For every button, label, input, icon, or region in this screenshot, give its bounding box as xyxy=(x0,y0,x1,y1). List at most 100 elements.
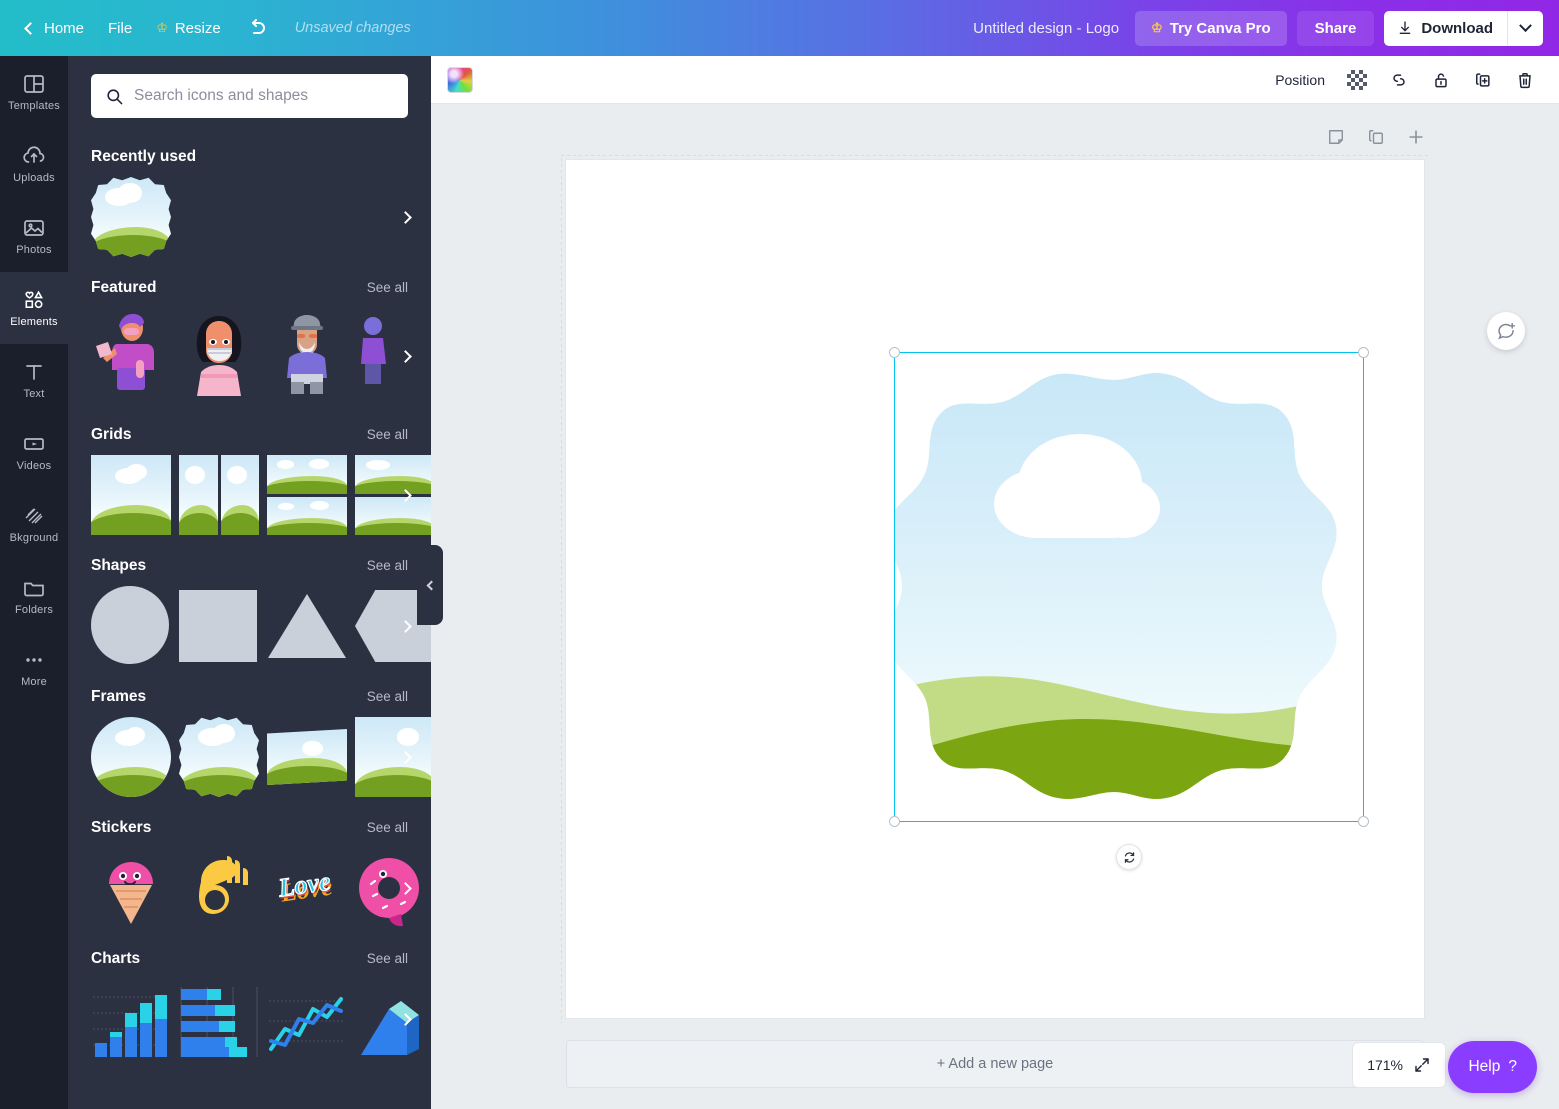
sidebar-item-bkground[interactable]: Bkground xyxy=(0,488,68,560)
grid-item-two-column[interactable] xyxy=(179,455,259,535)
elements-panel: Search icons and shapes Recently used Fe… xyxy=(68,56,431,1109)
sidebar-item-videos[interactable]: Videos xyxy=(0,416,68,488)
grids-next-button[interactable] xyxy=(395,485,415,505)
position-button[interactable]: Position xyxy=(1267,63,1333,97)
chart-line-thumbnail[interactable] xyxy=(267,979,347,1059)
featured-item[interactable] xyxy=(91,308,171,396)
sticker-donut[interactable] xyxy=(355,848,431,928)
chart-hbar-thumbnail[interactable] xyxy=(179,979,259,1059)
woman-cleaning-illustration xyxy=(96,313,154,390)
see-all-featured[interactable]: See all xyxy=(367,280,408,295)
share-button[interactable]: Share xyxy=(1296,10,1375,46)
sticker-ice-cream[interactable] xyxy=(91,848,171,928)
grid-item-two-row[interactable] xyxy=(267,455,347,535)
zoom-level[interactable]: 171% xyxy=(1367,1057,1403,1073)
design-page[interactable] xyxy=(561,155,1429,1023)
notes-button[interactable] xyxy=(1323,124,1349,150)
older-man-illustration xyxy=(287,315,327,394)
section-header-frames: Frames See all xyxy=(68,688,431,706)
zoom-bar: 171% xyxy=(1352,1042,1446,1088)
love-lettering-sticker-icon: Love Love Love xyxy=(275,866,334,908)
chevron-right-icon xyxy=(398,1012,412,1026)
person-partial-illustration xyxy=(361,317,386,384)
download-options-button[interactable] xyxy=(1507,10,1543,46)
frame-partial[interactable] xyxy=(355,717,431,797)
recently-used-next-button[interactable] xyxy=(395,207,415,227)
add-comment-button[interactable] xyxy=(1487,312,1525,350)
try-canva-pro-button[interactable]: ♔ Try Canva Pro xyxy=(1135,10,1287,46)
shape-square[interactable] xyxy=(179,586,259,666)
featured-item[interactable] xyxy=(355,308,431,396)
search-input[interactable]: Search icons and shapes xyxy=(91,74,408,118)
sidebar-item-templates[interactable]: Templates xyxy=(0,56,68,128)
cloud-landscape-blob-frame[interactable] xyxy=(887,352,1364,822)
collapse-panel-button[interactable] xyxy=(417,545,443,625)
sidebar-item-folders[interactable]: Folders xyxy=(0,560,68,632)
chevron-right-icon xyxy=(398,619,412,633)
rotate-handle[interactable] xyxy=(1116,844,1142,870)
undo-button[interactable] xyxy=(233,8,281,48)
frame-tilted-rect[interactable] xyxy=(267,717,347,797)
lock-icon xyxy=(1435,72,1447,87)
frame-circle[interactable] xyxy=(91,717,171,797)
see-all-grids[interactable]: See all xyxy=(367,427,408,442)
see-all-stickers[interactable]: See all xyxy=(367,820,408,835)
duplicate-button[interactable] xyxy=(1465,63,1501,97)
file-menu-button[interactable]: File xyxy=(96,12,144,45)
sidebar-item-more[interactable]: More xyxy=(0,632,68,704)
charts-next-button[interactable] xyxy=(395,1009,415,1029)
sidebar-item-uploads[interactable]: Uploads xyxy=(0,128,68,200)
rainbow-color-swatch[interactable] xyxy=(447,66,473,93)
sidebar-item-elements[interactable]: Elements xyxy=(0,262,68,354)
grid-item-partial[interactable] xyxy=(355,455,431,535)
elements-panel-scroll[interactable]: Search icons and shapes Recently used Fe… xyxy=(68,56,431,1109)
add-page-button[interactable] xyxy=(1403,124,1429,150)
lock-button[interactable] xyxy=(1423,63,1459,97)
recently-used-item[interactable] xyxy=(91,177,171,257)
grid-item-single[interactable] xyxy=(91,455,171,535)
help-button[interactable]: Help ? xyxy=(1448,1041,1537,1093)
plus-icon xyxy=(1409,130,1423,144)
link-button[interactable] xyxy=(1381,63,1417,97)
featured-item[interactable] xyxy=(267,308,347,396)
frames-next-button[interactable] xyxy=(395,747,415,767)
shapes-next-button[interactable] xyxy=(395,616,415,636)
grid-preview xyxy=(179,455,218,535)
sidebar-item-text[interactable]: Text xyxy=(0,344,68,416)
duplicate-page-icon xyxy=(1369,130,1383,144)
featured-next-button[interactable] xyxy=(395,346,415,366)
home-button[interactable]: Home xyxy=(14,12,96,45)
add-a-new-page-button[interactable]: + Add a new page xyxy=(566,1040,1424,1088)
save-status: Unsaved changes xyxy=(294,20,411,36)
see-all-shapes[interactable]: See all xyxy=(367,558,408,573)
scalloped-landscape-thumbnail xyxy=(91,177,171,257)
transparency-button[interactable] xyxy=(1339,63,1375,97)
see-all-charts[interactable]: See all xyxy=(367,951,408,966)
delete-button[interactable] xyxy=(1507,63,1543,97)
resize-button[interactable]: ♔ Resize xyxy=(144,12,233,45)
shape-circle[interactable] xyxy=(91,586,171,666)
duplicate-page-button[interactable] xyxy=(1363,124,1389,150)
triangle-shape-icon xyxy=(268,594,346,658)
document-title[interactable]: Untitled design - Logo xyxy=(973,20,1119,37)
chart-bar-thumbnail[interactable] xyxy=(91,979,171,1059)
download-button[interactable]: Download xyxy=(1384,11,1507,46)
shape-triangle[interactable] xyxy=(267,586,347,666)
sticker-ok-hand[interactable] xyxy=(179,848,259,928)
see-all-frames[interactable]: See all xyxy=(367,689,408,704)
grid-preview xyxy=(220,455,259,535)
section-title: Recently used xyxy=(91,148,197,165)
link-icon xyxy=(1393,73,1405,86)
video-icon xyxy=(24,438,44,450)
woman-mask-portrait-illustration xyxy=(196,316,242,396)
fit-screen-icon[interactable] xyxy=(1413,1056,1431,1074)
notes-icon xyxy=(1329,130,1343,144)
sticker-love-text[interactable]: Love Love Love xyxy=(267,848,347,928)
editor-area: Position + Add a new page 171% Help ? xyxy=(431,56,1559,1109)
chart-3d-thumbnail[interactable] xyxy=(355,979,431,1059)
frame-scalloped[interactable] xyxy=(179,717,259,797)
chevron-right-icon xyxy=(398,349,412,363)
featured-item[interactable] xyxy=(179,308,259,396)
stickers-next-button[interactable] xyxy=(395,878,415,898)
add-comment-icon xyxy=(1497,322,1515,339)
